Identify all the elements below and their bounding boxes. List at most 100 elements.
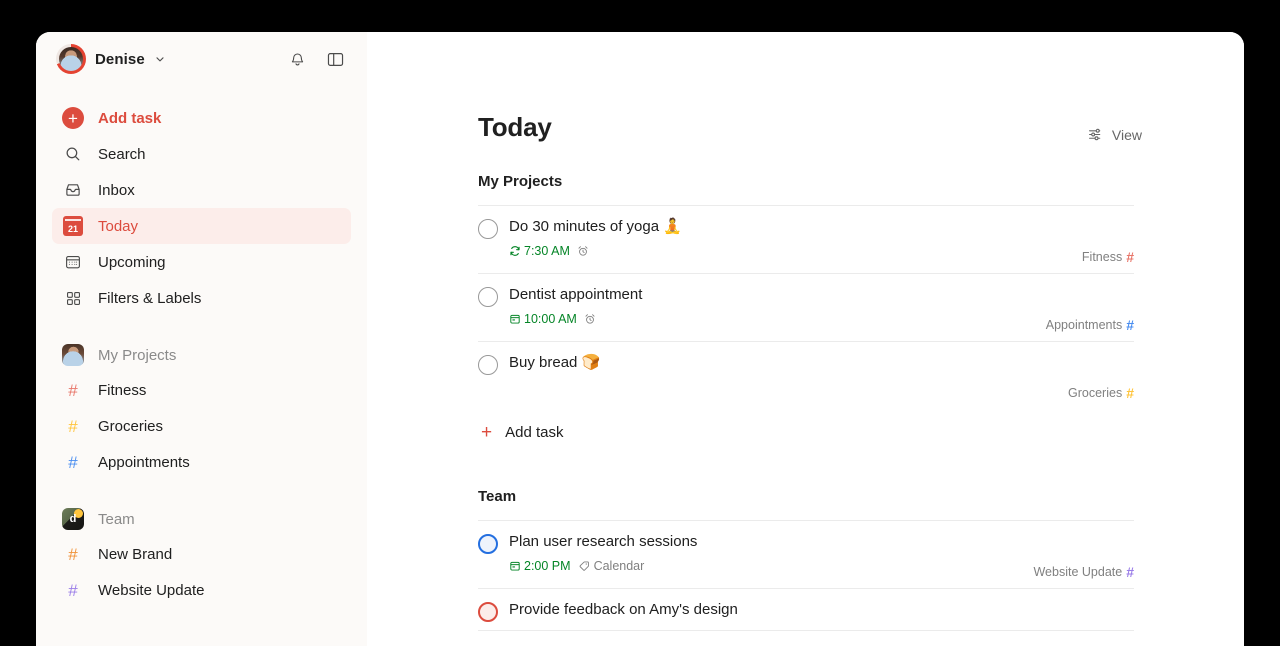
my-projects-avatar (62, 344, 84, 366)
section-team: Team Plan user research sessions 2:00 PM… (478, 488, 1244, 631)
sidebar: Denise + Add task Search Inbox 21 Today … (36, 32, 367, 646)
user-name: Denise (95, 50, 145, 68)
section-title-my-projects: My Projects (478, 173, 563, 190)
task-project-label: Fitness (1081, 250, 1123, 264)
sidebar-toggle-button[interactable] (321, 45, 349, 73)
task-meta: 10:00 AM (509, 312, 1134, 326)
sidebar-project-website-update[interactable]: # Website Update (52, 572, 351, 608)
sidebar-header-actions (283, 45, 349, 73)
sidebar-project-appointments[interactable]: # Appointments (52, 444, 351, 480)
sidebar-group-label: Team (98, 510, 135, 528)
sidebar-group-my-projects[interactable]: My Projects (52, 338, 351, 372)
sidebar-toggle-icon (327, 52, 343, 66)
task-checkbox[interactable] (478, 602, 498, 622)
task-checkbox[interactable] (478, 534, 498, 554)
sidebar-item-label: Add task (98, 109, 162, 127)
task-checkbox[interactable] (478, 355, 498, 375)
alarm-clock-icon (585, 313, 595, 324)
today-day-number: 21 (63, 216, 83, 236)
sidebar-item-label: Today (98, 217, 139, 235)
group-divider-space (52, 480, 351, 502)
sidebar-item-today[interactable]: 21 Today (52, 208, 351, 244)
hash-icon: # (1126, 317, 1134, 333)
task-content: Buy bread 🍞 (509, 353, 1134, 373)
team-avatar-initial: d (69, 513, 77, 525)
user-menu-button[interactable]: Denise (56, 44, 166, 74)
task-due-text: 7:30 AM (524, 243, 570, 258)
task-list-my-projects: Do 30 minutes of yoga 🧘 7:30 AM Fitness … (478, 205, 1134, 442)
task-due-date[interactable]: 10:00 AM (509, 312, 577, 326)
task-row[interactable]: Dentist appointment 10:00 AM Appointment… (478, 273, 1134, 341)
today-calendar-icon: 21 (62, 215, 84, 237)
recurring-icon (510, 245, 520, 256)
task-checkbox[interactable] (478, 219, 498, 239)
task-project-tag[interactable]: Appointments # (1046, 317, 1134, 333)
sidebar-project-label: Fitness (98, 381, 147, 399)
task-content: Dentist appointment 10:00 AM (509, 285, 1134, 326)
task-project-label: Appointments (1045, 318, 1123, 332)
hash-icon: # (68, 380, 78, 400)
plus-circle-icon: + (62, 107, 84, 129)
task-due-date[interactable]: 2:00 PM (509, 559, 571, 573)
view-button[interactable]: View (1081, 122, 1148, 147)
app-window: Denise + Add task Search Inbox 21 Today … (36, 32, 1244, 646)
sidebar-item-label: Upcoming (98, 253, 166, 271)
task-project-tag[interactable]: Groceries # (1068, 385, 1134, 401)
task-due-text: 10:00 AM (524, 311, 577, 326)
task-title: Do 30 minutes of yoga 🧘 (509, 218, 682, 235)
task-due-date[interactable]: 7:30 AM (509, 244, 570, 258)
sidebar-project-groceries[interactable]: # Groceries (52, 408, 351, 444)
task-title: Buy bread 🍞 (509, 354, 601, 371)
sidebar-project-label: Website Update (98, 581, 205, 599)
hash-icon: # (68, 544, 78, 564)
task-label[interactable]: Calendar (578, 558, 645, 573)
task-reminder[interactable] (577, 245, 589, 257)
sidebar-project-new-brand[interactable]: # New Brand (52, 536, 351, 572)
task-project-label: Website Update (1033, 565, 1123, 579)
section-title-team: Team (478, 488, 517, 505)
inbox-icon (62, 179, 84, 201)
calendar-icon (510, 561, 520, 571)
sidebar-project-label: Groceries (98, 417, 164, 435)
task-reminder[interactable] (584, 313, 596, 325)
sidebar-item-inbox[interactable]: Inbox (52, 172, 351, 208)
sidebar-item-filters-labels[interactable]: Filters & Labels (52, 280, 351, 316)
upcoming-calendar-icon (62, 251, 84, 273)
notifications-button[interactable] (283, 45, 311, 73)
sidebar-item-search[interactable]: Search (52, 136, 351, 172)
add-task-label: Add task (505, 424, 564, 441)
sidebar-project-label: Appointments (98, 453, 190, 471)
task-row[interactable]: Do 30 minutes of yoga 🧘 7:30 AM Fitness … (478, 205, 1134, 273)
task-row[interactable]: Provide feedback on Amy's design (478, 588, 1134, 631)
bell-icon (291, 52, 303, 65)
sidebar-project-label: New Brand (98, 545, 173, 563)
primary-nav: + Add task Search Inbox 21 Today Upcomin… (52, 100, 351, 608)
filters-labels-icon (62, 287, 84, 309)
sidebar-item-upcoming[interactable]: Upcoming (52, 244, 351, 280)
task-list-team: Plan user research sessions 2:00 PM Cale… (478, 520, 1134, 631)
task-title: Dentist appointment (509, 286, 643, 303)
sidebar-item-label: Filters & Labels (98, 289, 202, 307)
avatar-image (59, 47, 83, 71)
task-row[interactable]: Plan user research sessions 2:00 PM Cale… (478, 520, 1134, 588)
add-task-inline-button[interactable]: + Add task (478, 409, 1134, 442)
alarm-clock-icon (578, 245, 588, 256)
sidebar-item-add-task[interactable]: + Add task (52, 100, 351, 136)
hash-icon: # (68, 580, 78, 600)
task-checkbox[interactable] (478, 287, 498, 307)
chevron-down-icon (156, 57, 164, 62)
task-label-text: Calendar (593, 558, 645, 573)
sidebar-group-label: My Projects (98, 346, 177, 364)
view-button-label: View (1111, 126, 1142, 143)
task-project-tag[interactable]: Fitness # (1082, 249, 1134, 265)
search-icon (62, 143, 84, 165)
task-meta: 7:30 AM (509, 244, 1134, 258)
sidebar-item-label: Inbox (98, 181, 135, 199)
sidebar-project-fitness[interactable]: # Fitness (52, 372, 351, 408)
sidebar-group-team[interactable]: d Team (52, 502, 351, 536)
task-row[interactable]: Buy bread 🍞 Groceries # (478, 341, 1134, 409)
nav-divider-space (52, 316, 351, 338)
task-project-tag[interactable]: Website Update # (1033, 564, 1134, 580)
calendar-icon (510, 314, 520, 324)
task-title: Provide feedback on Amy's design (509, 601, 738, 618)
